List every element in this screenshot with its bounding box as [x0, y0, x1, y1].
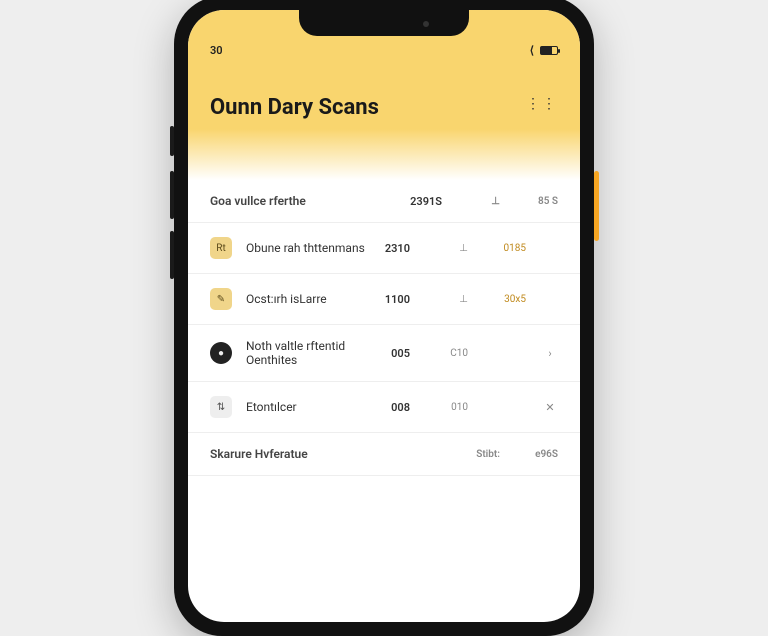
footer-col: e96S	[516, 449, 558, 460]
section-col-2: 85 S	[516, 196, 558, 207]
power-button[interactable]	[594, 171, 599, 241]
battery-icon	[540, 46, 558, 55]
section-label: Goa vullce rferthe	[210, 194, 400, 208]
footer-col: Stibt:	[458, 449, 500, 460]
volume-down-button[interactable]	[170, 231, 174, 279]
side-button[interactable]	[170, 126, 174, 156]
item-icon: ●	[210, 342, 232, 364]
section-header: Goa vullce rferthe 2391S ⊥ 85 S	[188, 180, 580, 223]
page-title: Ounn Dary Scans	[210, 95, 558, 120]
status-bar: 30 ⟨	[210, 44, 558, 57]
signal-icon: ⟨	[530, 44, 534, 57]
item-label: Etontılcer	[246, 400, 368, 414]
close-icon[interactable]: ✕	[542, 401, 558, 414]
item-col: 30x5	[484, 294, 526, 305]
list-item[interactable]: ⇅ Etontılcer 008 010 ✕	[188, 382, 580, 433]
item-col: 0185	[484, 243, 526, 254]
item-col: C10	[426, 348, 468, 359]
item-label: Noth valtle rftentid Oenthites	[246, 339, 368, 367]
item-col: 1100	[368, 293, 410, 306]
chevron-right-icon[interactable]: ›	[542, 347, 558, 360]
item-label: Obune rah thttenmans	[246, 241, 368, 255]
list-item[interactable]: ✎ Ocst:ırh isLarre 1100 ⊥ 30x5	[188, 274, 580, 325]
item-col: 2310	[368, 242, 410, 255]
screen: 30 ⟨ Ounn Dary Scans ⋮⋮ Goa vullce rfert…	[188, 10, 580, 622]
footer-label: Skarure Hvferatue	[210, 447, 458, 461]
volume-up-button[interactable]	[170, 171, 174, 219]
menu-icon[interactable]: ⋮⋮	[526, 96, 558, 112]
phone-frame: 30 ⟨ Ounn Dary Scans ⋮⋮ Goa vullce rfert…	[174, 0, 594, 636]
item-col: 008	[368, 401, 410, 414]
section-col-0: 2391S	[400, 195, 442, 208]
list-item[interactable]: ● Noth valtle rftentid Oenthites 005 C10…	[188, 325, 580, 382]
section-col-1: ⊥	[458, 196, 500, 207]
notch	[299, 10, 469, 36]
item-col: ⊥	[426, 243, 468, 254]
item-icon: ⇅	[210, 396, 232, 418]
item-icon: ✎	[210, 288, 232, 310]
item-col: ⊥	[426, 294, 468, 305]
item-col: 010	[426, 402, 468, 413]
status-left: 30	[210, 44, 223, 57]
item-label: Ocst:ırh isLarre	[246, 292, 368, 306]
item-icon: Rt	[210, 237, 232, 259]
footer-row: Skarure Hvferatue Stibt: e96S	[188, 433, 580, 476]
item-col: 005	[368, 347, 410, 360]
list-item[interactable]: Rt Obune rah thttenmans 2310 ⊥ 0185	[188, 223, 580, 274]
